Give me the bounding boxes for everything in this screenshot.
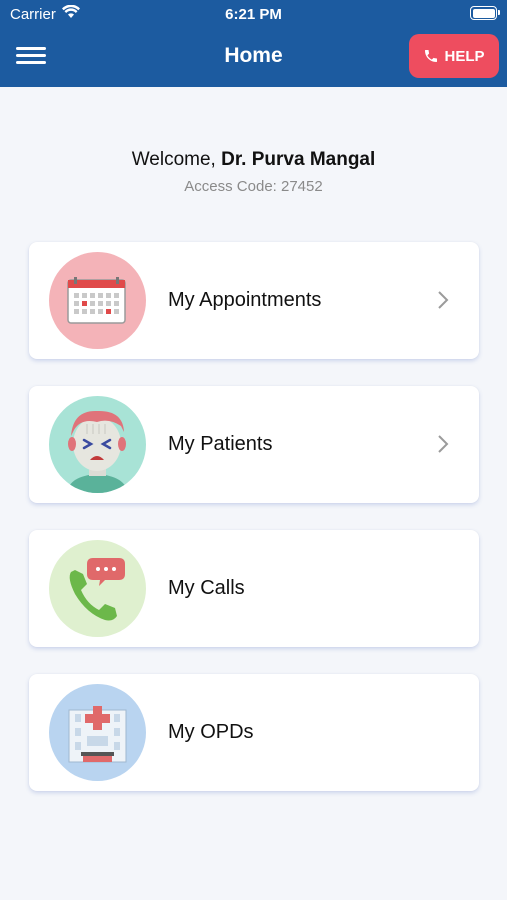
welcome-prefix: Welcome, xyxy=(131,149,222,170)
menu-card-appointments[interactable]: My Appointments xyxy=(29,242,479,359)
top-bar: Carrier 6:21 PM Home HELP xyxy=(0,0,507,87)
menu-card-calls[interactable]: My Calls xyxy=(29,530,479,647)
help-label: HELP xyxy=(444,47,485,65)
status-bar: Carrier 6:21 PM xyxy=(0,0,507,28)
nav-bar: Home HELP xyxy=(0,28,507,87)
hospital-building-icon xyxy=(49,684,146,781)
chevron-right-icon xyxy=(438,291,449,309)
access-code: Access Code: 27452 xyxy=(184,178,323,195)
menu-label-patients: My Patients xyxy=(168,433,273,455)
phone-icon xyxy=(425,50,438,62)
calendar-icon xyxy=(49,252,146,349)
chevron-right-icon xyxy=(438,435,449,453)
help-button[interactable]: HELP xyxy=(409,34,499,78)
menu-label-calls: My Calls xyxy=(168,577,245,599)
doctor-name: Dr. Purva Mangal xyxy=(221,149,376,170)
status-time: 6:21 PM xyxy=(225,6,282,23)
menu-label-appointments: My Appointments xyxy=(168,289,322,311)
welcome-message: Welcome, Dr. Purva Mangal xyxy=(0,149,507,171)
menu-card-patients[interactable]: My Patients xyxy=(29,386,479,503)
menu-card-opds[interactable]: My OPDs xyxy=(29,674,479,791)
battery-icon xyxy=(470,6,500,20)
phone-call-chat-icon xyxy=(49,540,146,637)
menu-label-opds: My OPDs xyxy=(168,721,254,743)
sick-patient-icon xyxy=(49,396,146,493)
